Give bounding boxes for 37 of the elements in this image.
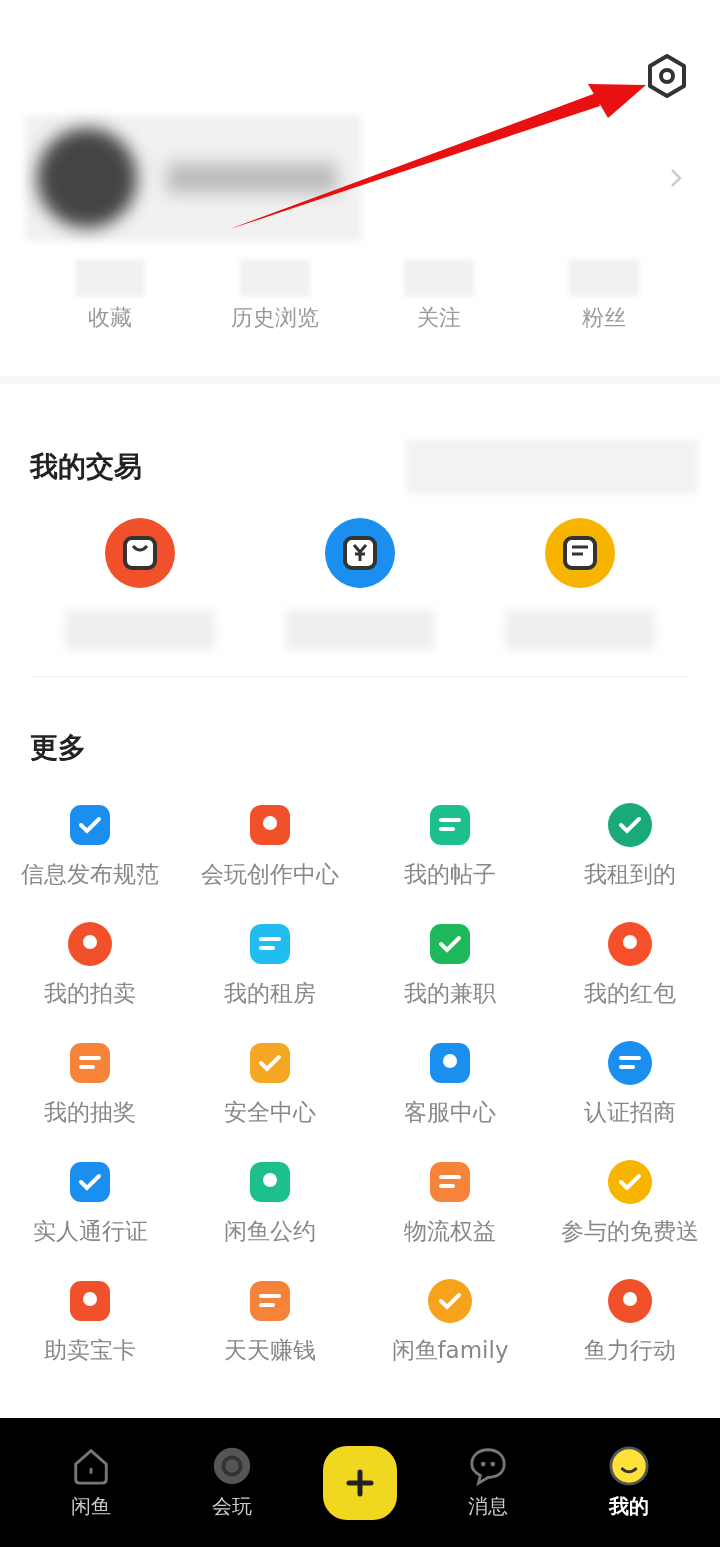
post-button[interactable] (322, 1445, 397, 1520)
stat-label[interactable]: 关注 (417, 303, 462, 333)
menu-item[interactable]: 我的兼职 (360, 920, 540, 1009)
menu-item[interactable]: 信息发布规范 (0, 801, 180, 890)
section-title: 更多 (30, 731, 86, 764)
menu-item[interactable]: 闲鱼family (360, 1277, 540, 1366)
smile-icon (608, 1445, 651, 1487)
stat-label[interactable]: 收藏 (88, 303, 132, 333)
menu-item[interactable]: 我租到的 (540, 801, 720, 890)
chevron-icon (670, 168, 682, 188)
note-icon[interactable] (545, 518, 615, 588)
nav-tab[interactable]: 会玩 (181, 1445, 282, 1520)
menu-item[interactable]: 我的租房 (180, 920, 360, 1009)
menu-item[interactable]: 认证招商 (540, 1039, 720, 1128)
yen-icon[interactable] (325, 518, 395, 588)
section-title: 我的交易 (30, 449, 142, 485)
menu-item[interactable]: 我的帖子 (360, 801, 540, 890)
menu-item[interactable]: 安全中心 (180, 1039, 360, 1128)
nav-tab[interactable]: 我的 (579, 1445, 680, 1520)
menu-item[interactable]: 闲鱼公约 (180, 1158, 360, 1247)
menu-item[interactable]: 我的抽奖 (0, 1039, 180, 1128)
bag-icon[interactable] (105, 518, 175, 588)
menu-item[interactable]: 会玩创作中心 (180, 801, 360, 890)
menu-item[interactable]: 我的红包 (540, 920, 720, 1009)
nav-tab[interactable]: 闲鱼 (40, 1445, 141, 1520)
stat-label[interactable]: 粉丝 (581, 303, 626, 333)
stat-label[interactable]: 历史浏览 (230, 303, 319, 333)
menu-item[interactable]: 鱼力行动 (540, 1277, 720, 1366)
menu-item[interactable]: 参与的免费送 (540, 1158, 720, 1247)
menu-item[interactable]: 我的拍卖 (0, 920, 180, 1009)
menu-item[interactable]: 助卖宝卡 (0, 1277, 180, 1366)
menu-item[interactable]: 实人通行证 (0, 1158, 180, 1247)
plus-icon (344, 1467, 375, 1498)
nav-tab[interactable]: 消息 (438, 1445, 539, 1520)
menu-item[interactable]: 客服中心 (360, 1039, 540, 1128)
menu-item[interactable]: 天天赚钱 (180, 1277, 360, 1366)
menu-item[interactable]: 物流权益 (360, 1158, 540, 1247)
